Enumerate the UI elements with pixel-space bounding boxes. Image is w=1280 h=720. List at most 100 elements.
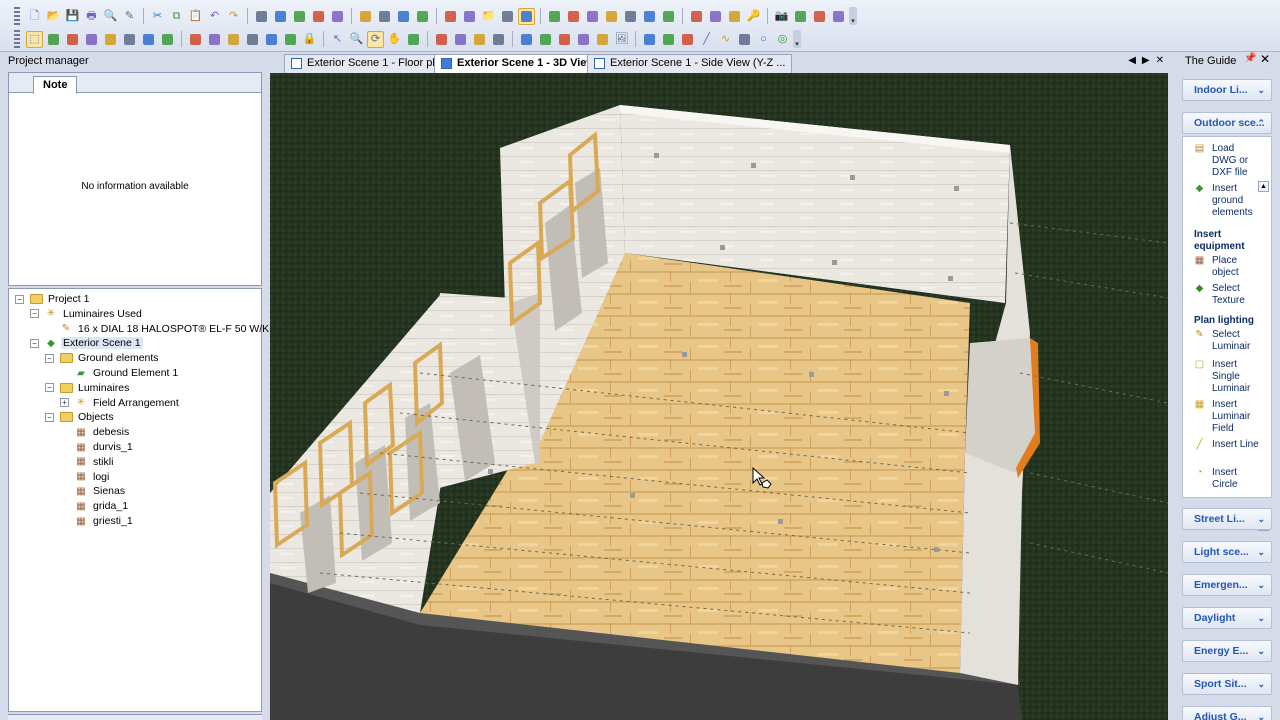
guide-item[interactable]: ✎ Select Luminair (1193, 329, 1260, 353)
scale-icon[interactable] (121, 31, 138, 48)
view-3d-icon[interactable] (310, 8, 327, 25)
grid-c-icon[interactable] (641, 8, 658, 25)
wire-a-icon[interactable] (660, 31, 677, 48)
save-icon[interactable]: 💾 (64, 8, 81, 25)
tree-node[interactable]: − Ground elements (45, 351, 161, 365)
select-icon[interactable]: ⬚ (26, 30, 43, 48)
tool-b-icon[interactable] (376, 8, 393, 25)
guide-section[interactable]: Adjust G... ⌄ (1182, 706, 1272, 720)
texture-arrow-icon[interactable] (471, 31, 488, 48)
light-mode-icon[interactable] (518, 7, 535, 25)
texture-green-icon[interactable] (452, 31, 469, 48)
insert-object-icon[interactable] (490, 31, 507, 48)
tree-node[interactable]: ▦ grida_1 (60, 499, 130, 513)
cut-icon[interactable]: ✂ (149, 8, 166, 25)
measure-e-icon[interactable] (263, 31, 280, 48)
measure-d-icon[interactable] (244, 31, 261, 48)
orbit-icon[interactable]: ⟳ (367, 30, 384, 48)
print-icon[interactable]: 🖶 (83, 8, 100, 25)
chain-icon[interactable] (736, 31, 753, 48)
view-front-icon[interactable] (253, 8, 270, 25)
guide-item[interactable]: ▢ Insert Single Luminair (1193, 359, 1260, 395)
tree-node[interactable]: ▦ debesis (60, 425, 131, 439)
tree-node[interactable]: ▰ Ground Element 1 (60, 366, 180, 380)
target-icon[interactable]: ◎ (774, 31, 791, 48)
move-icon[interactable] (83, 31, 100, 48)
redo-icon[interactable]: ↷ (225, 8, 242, 25)
select-box-icon[interactable] (45, 31, 62, 48)
polygon-c-icon[interactable] (556, 31, 573, 48)
paste-icon[interactable]: 📋 (187, 8, 204, 25)
guide-section-outdoor[interactable]: Outdoor sce... ⌃ (1182, 112, 1272, 134)
line-tool-icon[interactable]: ╱ (698, 31, 715, 48)
tool-d-icon[interactable] (414, 8, 431, 25)
wire-b-icon[interactable] (679, 31, 696, 48)
guide-item[interactable]: ▤ Load DWG or DXF file (1193, 143, 1260, 179)
zoom-fit-icon[interactable] (329, 8, 346, 25)
tab-3d-view[interactable]: Exterior Scene 1 - 3D View (434, 54, 602, 73)
color-wheel-icon[interactable] (546, 8, 563, 25)
doc-icon[interactable] (726, 8, 743, 25)
toolbar-grip[interactable] (14, 30, 20, 48)
tree-node[interactable]: ✎ 16 x DIAL 18 HALOSPOT® EL-F 50 W/KLR (45, 322, 285, 336)
close-icon[interactable]: ✕ (1260, 52, 1270, 66)
tree-node[interactable]: + ✳ Field Arrangement (60, 396, 181, 410)
3d-viewport[interactable] (270, 73, 1168, 720)
tree-node[interactable]: − ◆ Exterior Scene 1 (30, 336, 143, 350)
tree-node[interactable]: ▦ griesti_1 (60, 514, 135, 528)
circle-tool-icon[interactable]: ○ (755, 31, 772, 48)
bottom-tabstrip[interactable] (8, 714, 262, 720)
guide-item[interactable]: ◆ Select Texture (1193, 283, 1260, 307)
grid-a-icon[interactable] (603, 8, 620, 25)
open-icon[interactable]: 📂 (45, 8, 62, 25)
guide-item[interactable]: ◔ Insert Circle (1193, 467, 1260, 491)
guide-item[interactable]: ╱ Insert Line (1193, 439, 1260, 451)
guide-section[interactable]: Emergen... ⌄ (1182, 574, 1272, 596)
report-icon[interactable] (707, 8, 724, 25)
polygon-e-icon[interactable] (594, 31, 611, 48)
tree-node[interactable]: ▦ logi (60, 470, 111, 484)
measure-b-icon[interactable] (206, 31, 223, 48)
trace-icon[interactable] (499, 8, 516, 25)
undo-icon[interactable]: ↶ (206, 8, 223, 25)
tab-floor-plan[interactable]: Exterior Scene 1 - Floor plan (284, 54, 455, 73)
tree-node[interactable]: − ✳ Luminaires Used (30, 307, 144, 321)
print-preview-icon[interactable]: 🔍 (102, 8, 119, 25)
collapse-icon[interactable]: − (45, 412, 54, 422)
lock-icon[interactable]: 🔒 (301, 31, 318, 48)
layout-icon[interactable] (811, 8, 828, 25)
tool-c-icon[interactable] (395, 8, 412, 25)
grid-b-icon[interactable] (622, 8, 639, 25)
snap-icon[interactable] (140, 31, 157, 48)
line-icon[interactable] (641, 31, 658, 48)
guide-section[interactable]: Street Li... ⌄ (1182, 508, 1272, 530)
tree-node[interactable]: − Project 1 (15, 292, 91, 306)
pdf-icon[interactable]: ✎ (121, 8, 138, 25)
guide-section[interactable]: Sport Sit... ⌄ (1182, 673, 1272, 695)
polygon-a-icon[interactable] (518, 31, 535, 48)
close-tab-icon[interactable]: ✕ (1156, 55, 1164, 66)
toolbar-grip[interactable] (14, 7, 20, 25)
guide-section-indoor[interactable]: Indoor Li... ⌄ (1182, 79, 1272, 101)
guide-item[interactable]: ▦ Insert Luminair Field (1193, 399, 1260, 435)
tree-node[interactable]: − Objects (45, 410, 116, 424)
tab-scroll-right-icon[interactable]: ▶ (1142, 55, 1150, 66)
guide-section[interactable]: Light sce... ⌄ (1182, 541, 1272, 563)
render-box-icon[interactable] (461, 8, 478, 25)
collapse-icon[interactable]: − (45, 383, 54, 393)
pan-icon[interactable]: ✋ (386, 31, 403, 48)
tab-note[interactable]: Note (33, 76, 78, 94)
guide-section[interactable]: Daylight ⌄ (1182, 607, 1272, 629)
camera-icon[interactable]: 📷 (773, 8, 790, 25)
project-tree[interactable]: − Project 1− ✳ Luminaires Used ✎ 16 x DIAL 18… (8, 288, 283, 712)
select-lasso-icon[interactable] (64, 31, 81, 48)
guide-item[interactable]: ▦ Place object (1193, 255, 1260, 279)
grid-d-icon[interactable] (660, 8, 677, 25)
view-top-icon[interactable] (291, 8, 308, 25)
table-icon[interactable] (688, 8, 705, 25)
image-icon[interactable]: 🖼 (613, 31, 630, 48)
arrow-tool-icon[interactable] (565, 8, 582, 25)
tree-node[interactable]: ▦ durvis_1 (60, 440, 135, 454)
guide-section[interactable]: Energy E... ⌄ (1182, 640, 1272, 662)
tree-node[interactable]: − Luminaires (45, 381, 131, 395)
